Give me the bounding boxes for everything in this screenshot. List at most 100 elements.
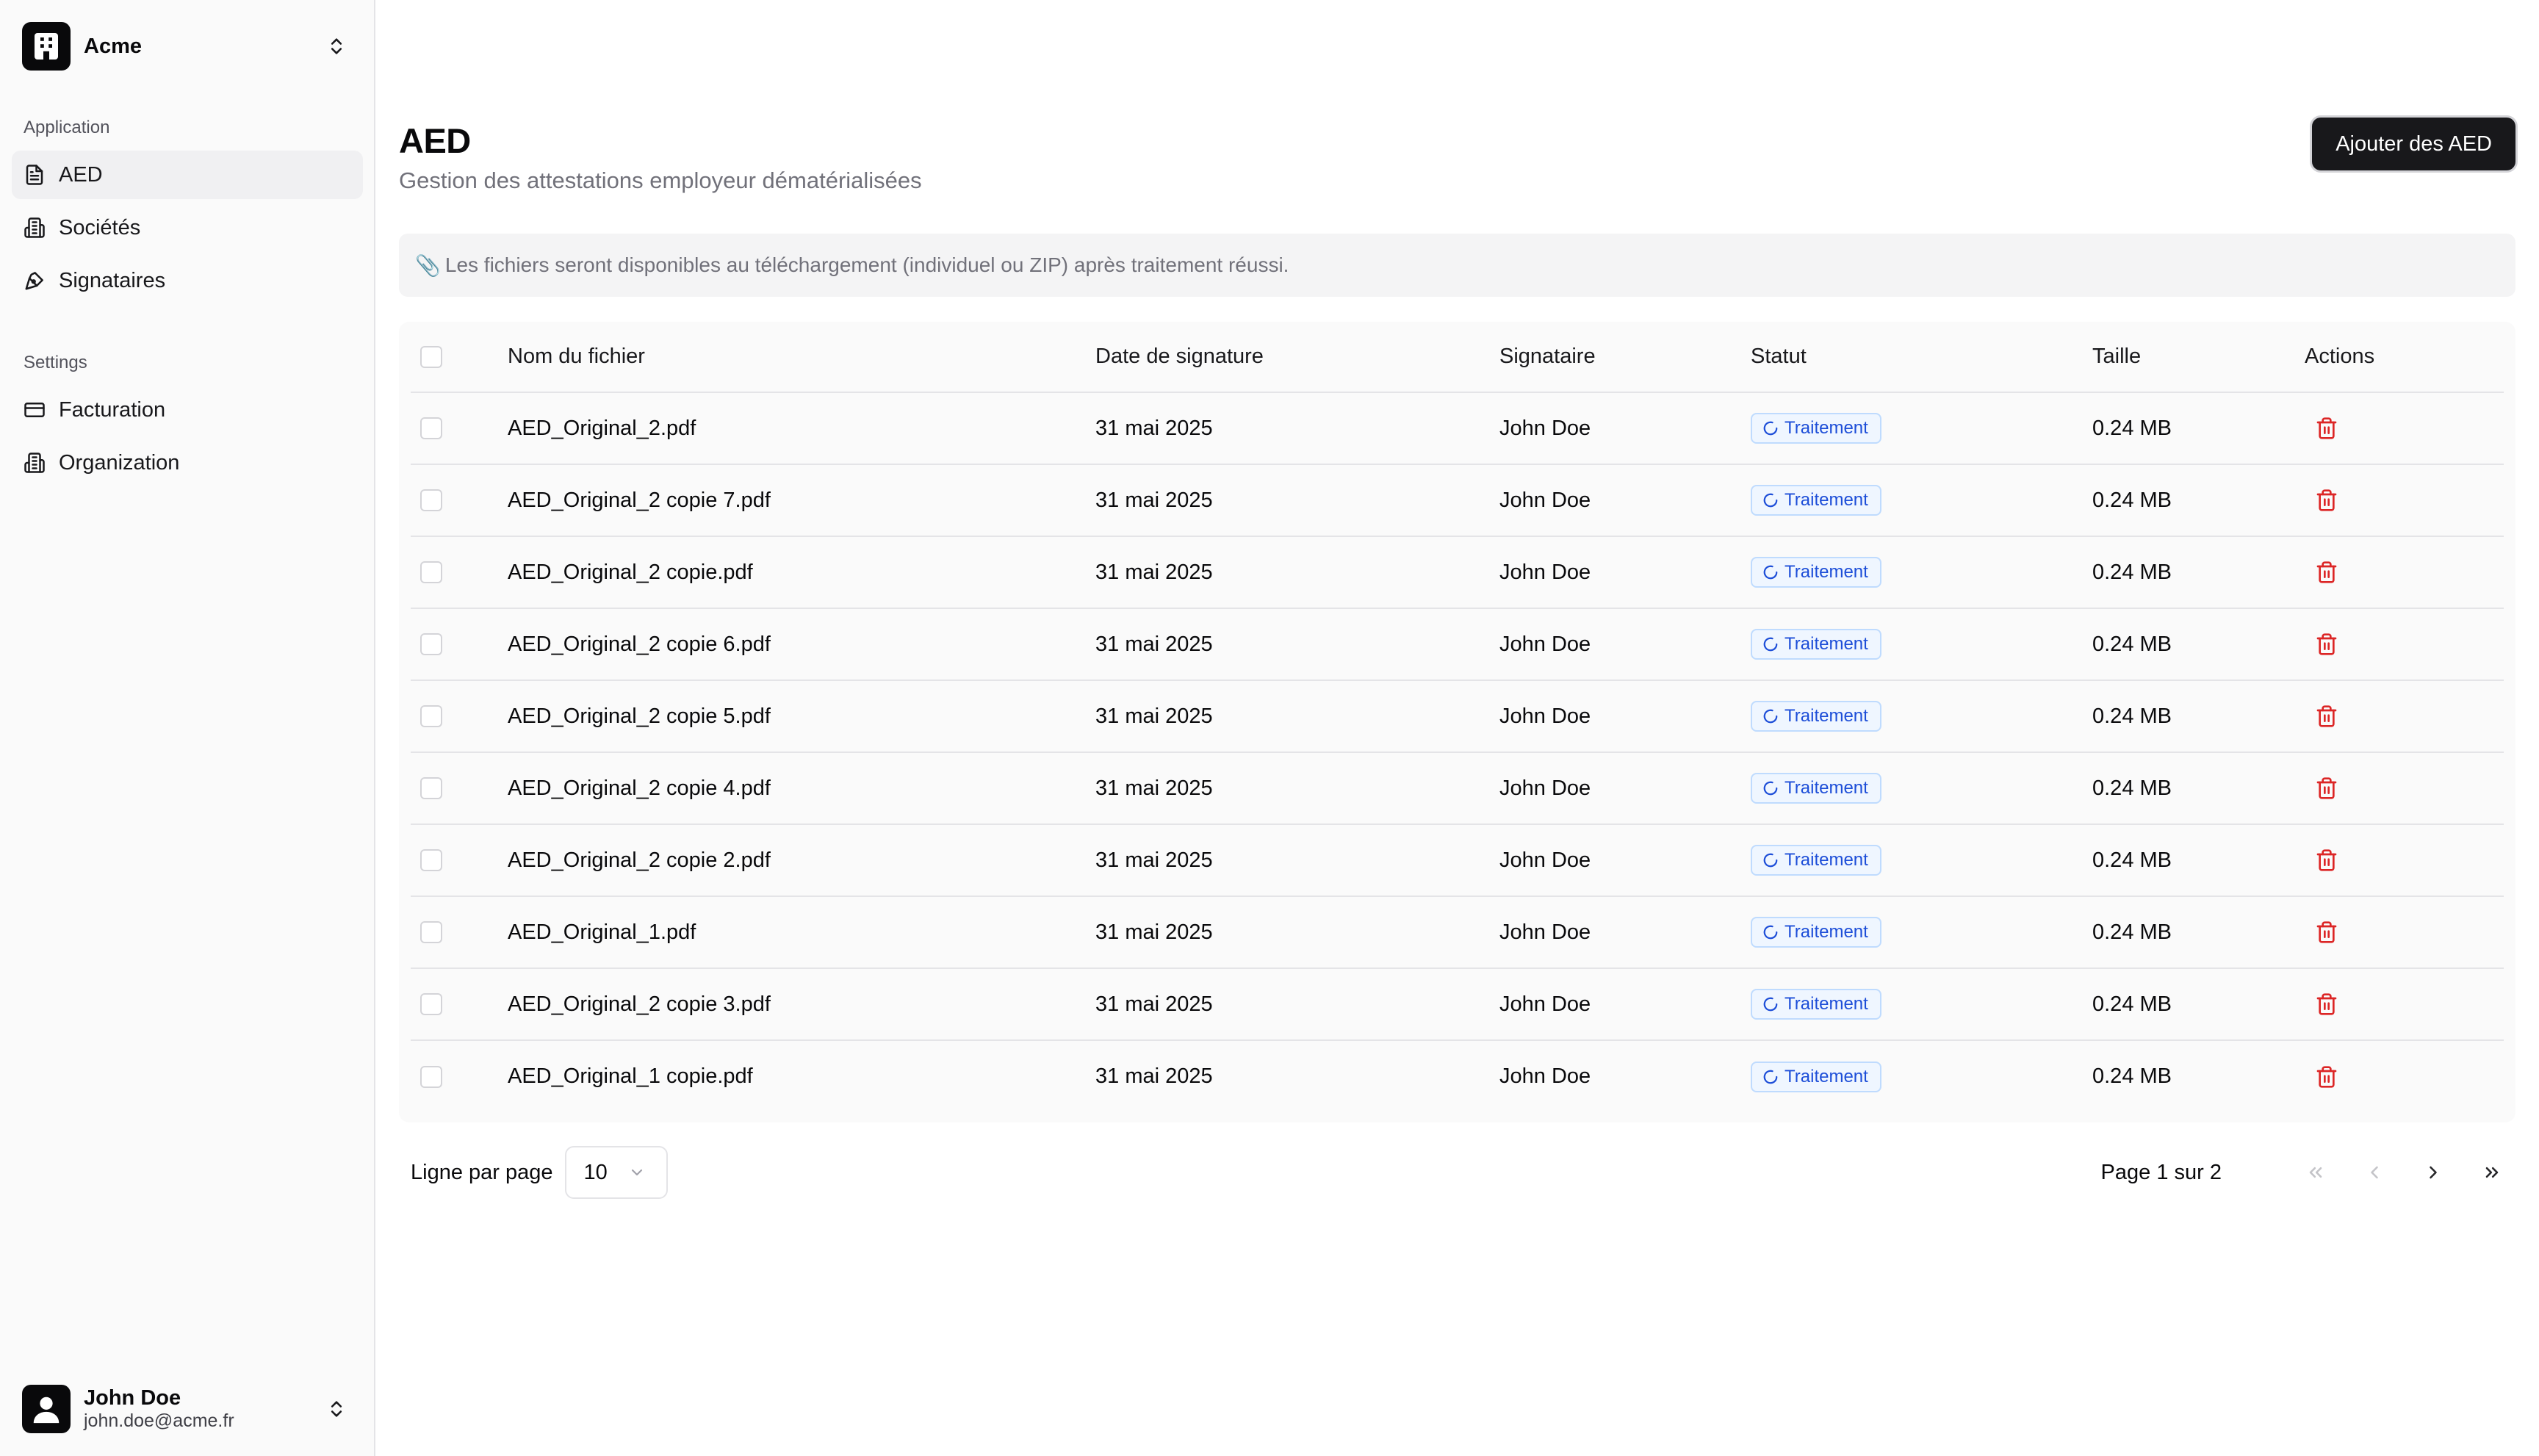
row-checkbox[interactable]: [420, 921, 442, 943]
trash-icon[interactable]: [2315, 992, 2338, 1016]
loader-icon: [1763, 925, 1778, 940]
trash-icon[interactable]: [2315, 848, 2338, 872]
file-name: AED_Original_2 copie.pdf: [508, 536, 1095, 609]
trash-icon[interactable]: [2315, 776, 2338, 800]
sidebar-item-label: Sociétés: [59, 215, 141, 239]
file-name: AED_Original_1.pdf: [508, 896, 1095, 969]
user-menu[interactable]: John Doe john.doe@acme.fr: [22, 1383, 353, 1435]
status-label: Traitement: [1784, 562, 1868, 582]
column-header-size[interactable]: Taille: [2092, 322, 2305, 393]
file-name: AED_Original_2 copie 7.pdf: [508, 464, 1095, 537]
first-page-button[interactable]: [2292, 1149, 2339, 1196]
sidebar-item-label: Signataires: [59, 268, 166, 292]
table-row[interactable]: AED_Original_2 copie.pdf 31 mai 2025 John …: [411, 536, 2504, 609]
row-checkbox[interactable]: [420, 705, 442, 727]
previous-page-button[interactable]: [2351, 1149, 2398, 1196]
status-label: Traitement: [1784, 634, 1868, 654]
table-row[interactable]: AED_Original_2.pdf 31 mai 2025 John Doe Tra…: [411, 392, 2504, 465]
file-size: 0.24 MB: [2092, 608, 2305, 681]
trash-icon[interactable]: [2315, 704, 2338, 728]
chevrons-right-icon: [2485, 1167, 2499, 1178]
sidebar-item-aed[interactable]: AED: [12, 151, 363, 199]
trash-icon[interactable]: [2315, 489, 2338, 512]
signature-date: 31 mai 2025: [1095, 896, 1499, 969]
trash-icon[interactable]: [2315, 561, 2338, 584]
group-label-settings: Settings: [24, 353, 87, 372]
sidebar-item-societes[interactable]: Sociétés: [12, 203, 363, 252]
signature-date: 31 mai 2025: [1095, 824, 1499, 897]
status-label: Traitement: [1784, 1066, 1868, 1086]
row-checkbox[interactable]: [420, 417, 442, 439]
row-checkbox[interactable]: [420, 993, 442, 1015]
loader-icon: [1763, 637, 1778, 652]
column-header-name[interactable]: Nom du fichier: [508, 322, 1095, 393]
loader-icon: [1763, 1070, 1778, 1084]
file-size: 0.24 MB: [2092, 680, 2305, 753]
table-row[interactable]: AED_Original_2 copie 5.pdf 31 mai 2025 Joh…: [411, 680, 2504, 753]
row-checkbox[interactable]: [420, 849, 442, 871]
table-row[interactable]: AED_Original_2 copie 2.pdf 31 mai 2025 Joh…: [411, 824, 2504, 897]
row-checkbox[interactable]: [420, 777, 442, 799]
sidebar-item-organization[interactable]: Organization: [12, 439, 363, 487]
column-header-status[interactable]: Statut: [1751, 322, 2092, 393]
table-row[interactable]: AED_Original_2 copie 3.pdf 31 mai 2025 Joh…: [411, 968, 2504, 1041]
building-icon: [24, 217, 45, 238]
signature-date: 31 mai 2025: [1095, 968, 1499, 1041]
next-page-button[interactable]: [2410, 1149, 2457, 1196]
rows-per-page-select[interactable]: 10: [564, 1146, 668, 1199]
signature-date: 31 mai 2025: [1095, 1064, 1213, 1088]
file-text-icon: [26, 165, 43, 185]
chevron-left-icon: [2371, 1166, 2378, 1179]
trash-icon[interactable]: [2315, 417, 2338, 440]
rows-per-page-value: 10: [583, 1160, 608, 1184]
table-row[interactable]: AED_Original_1 copie.pdf 31 mai 2025 John …: [411, 1040, 2504, 1112]
signature-date: 31 mai 2025: [1095, 392, 1499, 465]
table-header-row: Nom du fichier Date de signature Signata…: [411, 322, 2504, 393]
trash-icon[interactable]: [2315, 920, 2338, 944]
page-info: Page 1 sur 2: [2100, 1160, 2222, 1184]
file-name: AED_Original_2 copie 6.pdf: [508, 608, 1095, 681]
row-checkbox[interactable]: [420, 1065, 442, 1088]
select-all-checkbox[interactable]: [420, 345, 442, 368]
signature-date: 31 mai 2025: [1095, 608, 1499, 681]
sidebar-item-facturation[interactable]: Facturation: [12, 386, 363, 434]
column-header-date[interactable]: Date de signature: [1095, 322, 1499, 393]
user-name: John Doe: [84, 1385, 181, 1410]
status-badge: Traitement: [1751, 773, 1881, 804]
row-checkbox[interactable]: [420, 633, 442, 655]
chevrons-up-down-icon: [331, 38, 342, 54]
file-size: 0.24 MB: [2092, 968, 2305, 1041]
credit-card-icon: [24, 403, 45, 417]
table-row[interactable]: AED_Original_2 copie 6.pdf 31 mai 2025 Joh…: [411, 608, 2504, 681]
page-title: AED: [399, 121, 471, 160]
last-page-button[interactable]: [2468, 1149, 2515, 1196]
sidebar-item-signataires[interactable]: Signataires: [12, 256, 363, 305]
loader-icon: [1763, 781, 1778, 796]
table-row[interactable]: AED_Original_2 copie 4.pdf 31 mai 2025 Joh…: [411, 752, 2504, 825]
status-badge: Traitement: [1751, 701, 1881, 732]
status-badge: Traitement: [1751, 917, 1881, 948]
status-badge: Traitement: [1751, 485, 1881, 516]
table-row[interactable]: AED_Original_1.pdf 31 mai 2025 John Doe Tra…: [411, 896, 2504, 969]
file-size: 0.24 MB: [2092, 536, 2305, 609]
status-label: Traitement: [1784, 778, 1868, 798]
table-row[interactable]: AED_Original_2 copie 7.pdf 31 mai 2025 Joh…: [411, 464, 2504, 537]
team-name: Acme: [84, 34, 142, 58]
page-subtitle: Gestion des attestations employeur démat…: [399, 167, 922, 193]
signer-name: John Doe: [1499, 608, 1751, 681]
row-checkbox[interactable]: [420, 489, 442, 511]
files-table-card: Nom du fichier Date de signature Signata…: [399, 322, 2515, 1122]
rows-per-page-label: Ligne par page: [411, 1160, 553, 1184]
pagination: Ligne par page 10 Page 1 sur 2: [399, 1146, 2515, 1199]
row-checkbox[interactable]: [420, 561, 442, 583]
column-header-signer[interactable]: Signataire: [1499, 322, 1751, 393]
file-name: AED_Original_2 copie 4.pdf: [508, 752, 1095, 825]
trash-icon[interactable]: [2315, 633, 2338, 656]
file-name: AED_Original_2 copie 2.pdf: [508, 824, 1095, 897]
chevrons-up-down-icon: [331, 1401, 342, 1417]
trash-icon[interactable]: [2315, 1065, 2338, 1089]
info-banner: 📎 Les fichiers seront disponibles au tél…: [399, 234, 2515, 297]
team-switcher[interactable]: Acme: [22, 22, 353, 71]
add-aed-button[interactable]: Ajouter des AED: [2312, 118, 2515, 170]
acme-logo-icon: [22, 22, 71, 71]
